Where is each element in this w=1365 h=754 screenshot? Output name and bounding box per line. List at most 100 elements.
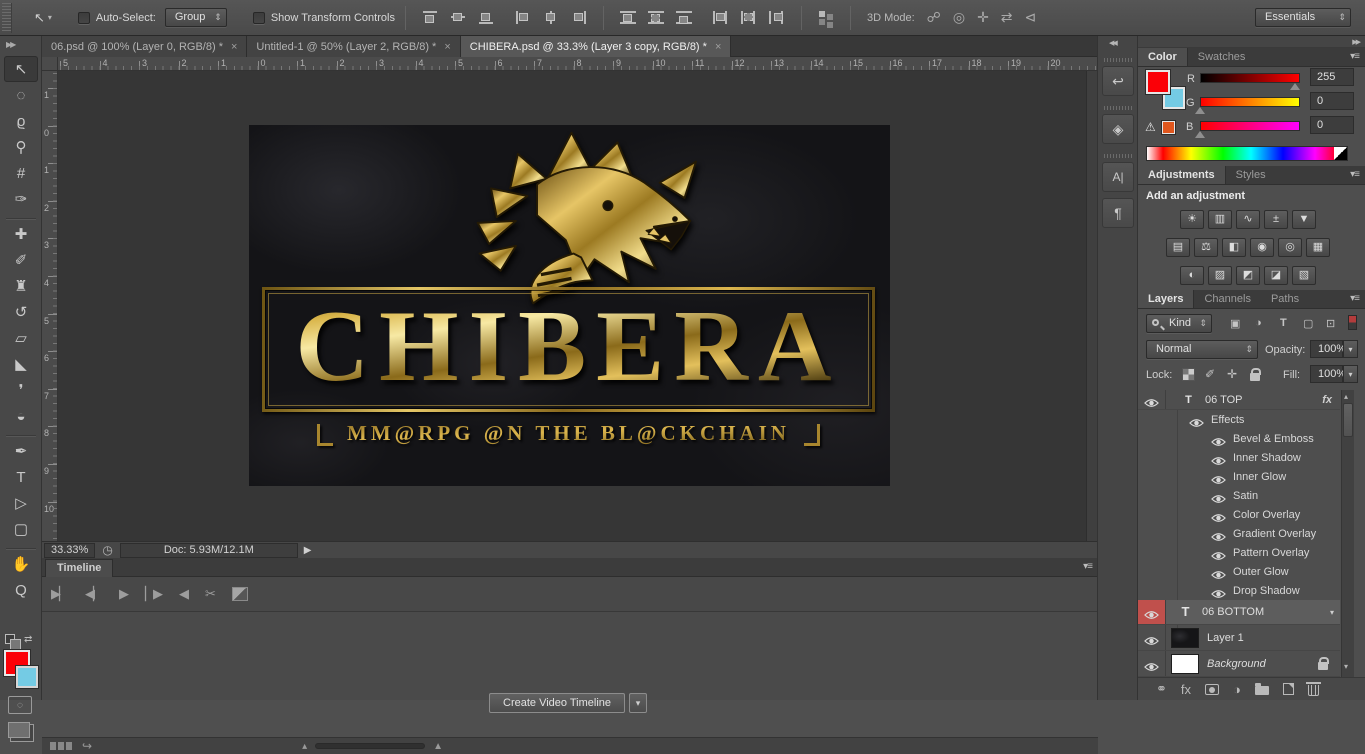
levels-icon[interactable]: ▥	[1208, 210, 1232, 229]
scroll-up-icon[interactable]: ▴	[1344, 392, 1348, 401]
tab-close-icon[interactable]: ×	[444, 41, 450, 53]
3d-slide-icon[interactable]: ⇄	[1001, 9, 1013, 26]
opacity-dropdown-icon[interactable]: ▾	[1343, 340, 1358, 358]
document-tab-active[interactable]: CHIBERA.psd @ 33.3% (Layer 3 copy, RGB/8…	[460, 36, 732, 57]
blue-slider-thumb[interactable]	[1195, 131, 1205, 138]
workspace-select[interactable]: Essentials	[1255, 8, 1351, 27]
3d-panel-button[interactable]: ◈	[1102, 114, 1134, 144]
distribute-left-edges-icon[interactable]	[712, 10, 730, 25]
effect-row[interactable]: Satin	[1138, 486, 1340, 505]
visibility-toggle[interactable]	[1138, 625, 1166, 650]
distribute-right-edges-icon[interactable]	[768, 10, 786, 25]
3d-orbit-icon[interactable]: ☍	[927, 9, 941, 26]
quick-mask-button[interactable]: ◌	[8, 696, 32, 714]
go-to-first-frame-icon[interactable]: ▶▏	[51, 586, 69, 602]
lock-position-icon[interactable]: ✛	[1227, 367, 1237, 381]
eye-icon[interactable]	[1211, 586, 1226, 598]
eraser-tool[interactable]: ▱	[4, 325, 38, 351]
eye-icon[interactable]	[1211, 510, 1226, 522]
healing-brush-tool[interactable]: ✚	[4, 221, 38, 247]
bw-ramp-icon[interactable]	[1334, 147, 1347, 160]
hue-saturation-icon[interactable]: ▤	[1166, 238, 1190, 257]
auto-align-layers-icon[interactable]	[817, 10, 835, 25]
filter-by-adjustment-icon[interactable]: ◑	[1255, 317, 1262, 329]
crop-tool[interactable]: #	[4, 160, 38, 186]
effects-header-row[interactable]: Effects	[1138, 410, 1340, 429]
eye-icon[interactable]	[1211, 548, 1226, 560]
horizontal-ruler[interactable]: 5 4 3 2 1 0 1 2 3 4 5 6 7 8 9 10 11 12 13 14 15 16 17 18 19 20	[58, 57, 1098, 71]
ruler-corner[interactable]	[42, 57, 58, 71]
black-white-icon[interactable]: ◧	[1222, 238, 1246, 257]
threshold-icon[interactable]: ◩	[1236, 266, 1260, 285]
panel-gripper[interactable]	[1104, 154, 1132, 158]
audio-toggle-icon[interactable]: ◀	[179, 586, 189, 602]
eye-icon[interactable]	[1211, 453, 1226, 465]
play-icon[interactable]: ▶	[119, 586, 129, 602]
delete-layer-icon[interactable]	[1305, 682, 1321, 696]
distribute-vertical-centers-icon[interactable]	[647, 10, 665, 25]
effect-row[interactable]: Inner Shadow	[1138, 448, 1340, 467]
green-value-field[interactable]: 0	[1310, 92, 1354, 110]
blur-tool[interactable]: ❜	[4, 377, 38, 403]
3d-drag-icon[interactable]: ✛	[977, 9, 989, 26]
timeline-mode-dropdown[interactable]: ▾	[629, 693, 648, 713]
layer-style-icon[interactable]: fx	[1181, 682, 1191, 697]
link-layers-icon[interactable]: ⚭	[1156, 681, 1167, 697]
curves-icon[interactable]: ∿	[1236, 210, 1260, 229]
tab-close-icon[interactable]: ×	[231, 41, 237, 53]
tab-channels[interactable]: Channels	[1194, 290, 1260, 308]
filter-by-shape-icon[interactable]: ▢	[1303, 317, 1313, 330]
filter-by-type-icon[interactable]: T	[1280, 317, 1287, 329]
red-value-field[interactable]: 255	[1310, 68, 1354, 86]
layer-row-background[interactable]: Background	[1138, 651, 1340, 677]
previous-frame-icon[interactable]: ◀▏	[85, 586, 103, 602]
align-bottom-edges-icon[interactable]	[477, 10, 495, 25]
color-lookup-icon[interactable]: ▦	[1306, 238, 1330, 257]
default-colors-icon[interactable]	[5, 634, 21, 650]
tab-paths[interactable]: Paths	[1261, 290, 1309, 308]
posterize-icon[interactable]: ▨	[1208, 266, 1232, 285]
lock-all-icon[interactable]	[1250, 368, 1261, 381]
layer-thumbnail[interactable]	[1171, 627, 1199, 648]
scissors-icon[interactable]: ✂	[205, 586, 216, 602]
create-video-timeline-button[interactable]: Create Video Timeline	[489, 693, 626, 713]
fx-badge[interactable]: fx	[1322, 394, 1332, 406]
canvas-artwork[interactable]: CHIBERA MM@RPG @N THE BL@CKCHAIN	[249, 125, 890, 486]
timeline-zoom-slider[interactable]	[315, 743, 426, 749]
gamut-color-swatch[interactable]	[1162, 121, 1175, 134]
lock-transparency-icon[interactable]	[1182, 368, 1195, 381]
effect-row[interactable]: Bevel & Emboss	[1138, 429, 1340, 448]
effect-row[interactable]: Color Overlay	[1138, 505, 1340, 524]
distribute-horizontal-centers-icon[interactable]	[740, 10, 758, 25]
color-panel-menu-icon[interactable]: ▾≡	[1350, 51, 1360, 62]
auto-select-checkbox[interactable]	[77, 11, 90, 24]
transition-icon[interactable]	[231, 587, 248, 601]
flatten-frames-icon[interactable]: ↪	[82, 739, 92, 753]
blend-mode-select[interactable]: Normal	[1146, 340, 1258, 359]
tab-swatches[interactable]: Swatches	[1188, 48, 1256, 66]
invert-icon[interactable]: ◐	[1180, 266, 1204, 285]
hand-tool[interactable]: ✋	[4, 551, 38, 577]
zoom-tool[interactable]: Q	[4, 577, 38, 603]
character-panel-button[interactable]: A|	[1102, 162, 1134, 192]
scrollbar-thumb[interactable]	[1343, 403, 1353, 437]
exposure-icon[interactable]: ±	[1264, 210, 1288, 229]
show-transform-checkbox[interactable]	[252, 11, 265, 24]
adjustments-panel-menu-icon[interactable]: ▾≡	[1350, 169, 1360, 180]
panel-gripper[interactable]	[1104, 58, 1132, 62]
opacity-field[interactable]: 100%	[1310, 340, 1346, 358]
clone-stamp-tool[interactable]: ♜	[4, 273, 38, 299]
3d-zoom-camera-icon[interactable]: ⊲	[1025, 9, 1037, 26]
align-horizontal-centers-icon[interactable]	[542, 10, 560, 25]
filter-by-image-icon[interactable]: ▣	[1230, 317, 1240, 330]
panel-gripper[interactable]	[1104, 106, 1132, 110]
next-frame-icon[interactable]: ▏▶	[145, 586, 163, 602]
layer-filter-kind-select[interactable]: Kind	[1146, 314, 1212, 333]
visibility-toggle[interactable]	[1138, 600, 1166, 624]
color-spectrum-ramp[interactable]	[1146, 146, 1348, 161]
document-tab[interactable]: Untitled-1 @ 50% (Layer 2, RGB/8) * ×	[247, 36, 461, 57]
eye-icon[interactable]	[1189, 415, 1204, 427]
3d-roll-icon[interactable]: ◎	[953, 9, 965, 26]
eye-icon[interactable]	[1211, 529, 1226, 541]
tab-adjustments[interactable]: Adjustments	[1138, 166, 1226, 184]
